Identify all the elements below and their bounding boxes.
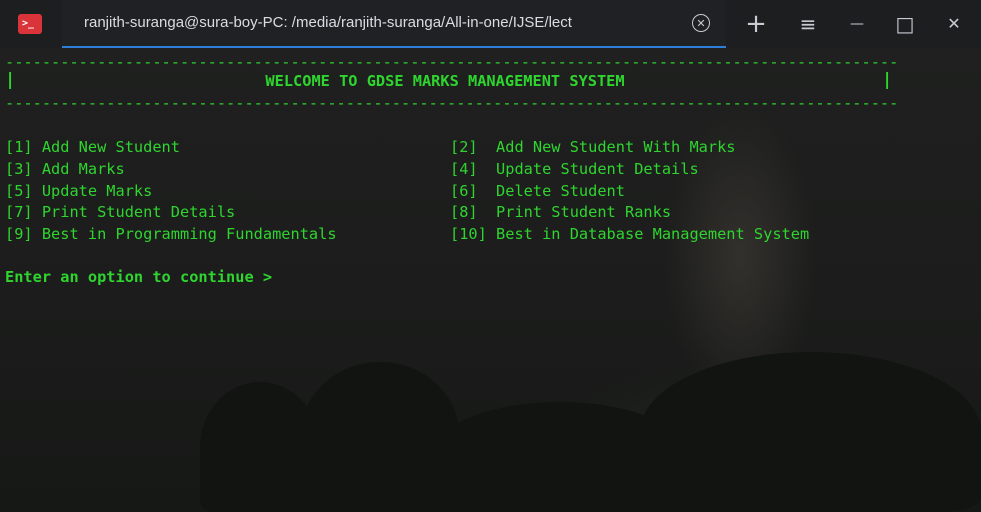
input-prompt: Enter an option to continue > [5, 268, 273, 286]
tab-terminal[interactable]: ranjith-suranga@sura-boy-PC: /media/ranj… [62, 0, 726, 48]
background-tree [640, 352, 981, 512]
menu-option: [3] Add Marks [5, 160, 125, 178]
menu-icon[interactable]: ≡ [794, 10, 822, 38]
menu-option: [10] Best in Database Management System [450, 225, 810, 243]
menu-option: [6] Delete Student [450, 182, 625, 200]
menu-option: [4] Update Student Details [450, 160, 699, 178]
terminal-area[interactable]: ----------------------------------------… [0, 48, 981, 512]
close-tab-icon[interactable]: ✕ [692, 14, 710, 32]
new-tab-icon[interactable]: + [742, 10, 770, 38]
rule-line-top: ----------------------------------------… [5, 53, 899, 71]
terminal-app-icon: >_ [18, 14, 42, 34]
menu-option: [2] Add New Student With Marks [450, 138, 736, 156]
welcome-banner: WELCOME TO GDSE MARKS MANAGEMENT SYSTEM [265, 72, 625, 90]
menu-option: [8] Print Student Ranks [450, 203, 672, 221]
title-bar: >_ ranjith-suranga@sura-boy-PC: /media/r… [0, 0, 981, 48]
border-bar-right: | [882, 70, 893, 90]
close-icon[interactable]: ✕ [940, 10, 968, 38]
menu-option: [5] Update Marks [5, 182, 153, 200]
tab-title: ranjith-suranga@sura-boy-PC: /media/ranj… [84, 14, 572, 31]
menu-option: [1] Add New Student [5, 138, 180, 156]
minimize-icon[interactable]: — [843, 10, 871, 38]
rule-line-bottom: ----------------------------------------… [5, 94, 899, 112]
menu-option: [7] Print Student Details [5, 203, 236, 221]
maximize-icon[interactable]: □ [891, 10, 919, 38]
menu-option: [9] Best in Programming Fundamentals [5, 225, 337, 243]
